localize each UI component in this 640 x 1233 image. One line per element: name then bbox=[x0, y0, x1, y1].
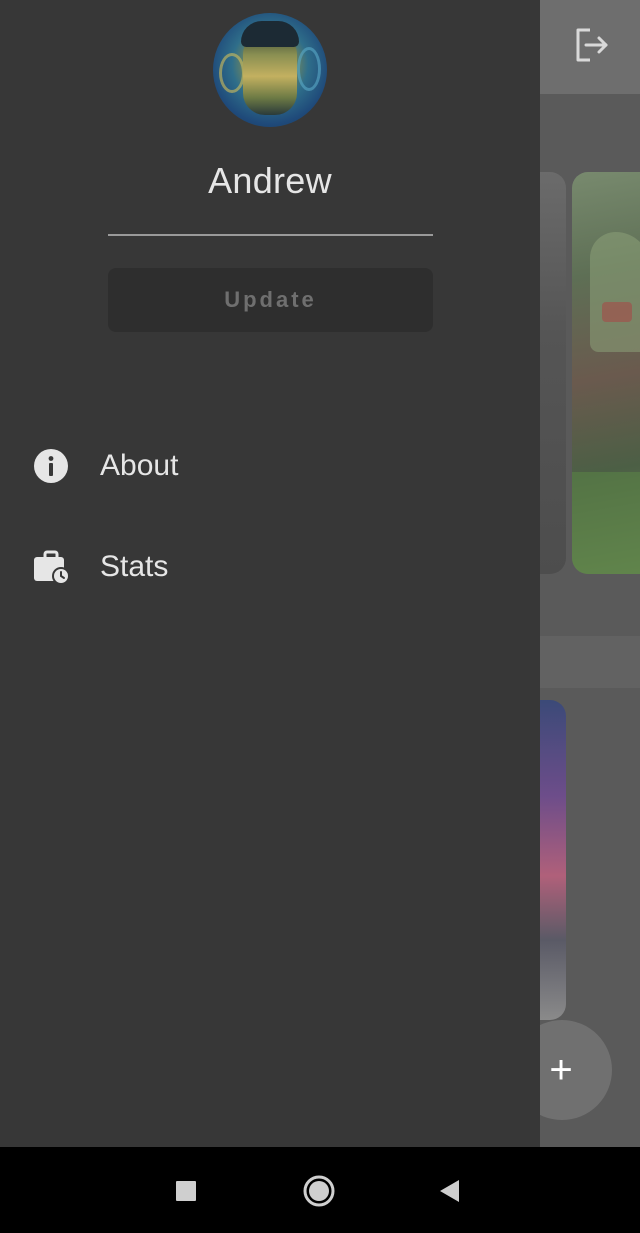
media-card[interactable] bbox=[572, 172, 640, 574]
username-underline bbox=[108, 234, 433, 236]
avatar[interactable] bbox=[213, 13, 327, 127]
drawer-item-about[interactable]: About bbox=[0, 430, 540, 502]
home-button[interactable] bbox=[301, 1173, 337, 1209]
update-button[interactable]: Update bbox=[108, 268, 433, 332]
avatar-art bbox=[297, 47, 321, 91]
info-icon bbox=[34, 449, 68, 483]
poster-art bbox=[602, 302, 632, 322]
square-icon bbox=[176, 1181, 196, 1201]
avatar-art bbox=[219, 53, 245, 93]
add-icon: + bbox=[549, 1048, 573, 1092]
recents-button[interactable] bbox=[168, 1173, 204, 1209]
drawer-item-label: Stats bbox=[100, 550, 169, 583]
logout-icon bbox=[576, 28, 608, 62]
poster-art bbox=[572, 472, 640, 574]
back-button[interactable] bbox=[432, 1173, 468, 1209]
logout-button[interactable] bbox=[570, 24, 612, 66]
circle-icon bbox=[303, 1175, 335, 1207]
system-navigation-bar bbox=[0, 1147, 640, 1233]
username-field[interactable]: Andrew bbox=[0, 160, 540, 202]
drawer-item-stats[interactable]: Stats bbox=[0, 531, 540, 603]
briefcase-clock-icon bbox=[34, 550, 70, 585]
triangle-back-icon bbox=[440, 1180, 459, 1202]
poster-art bbox=[590, 232, 640, 352]
avatar-hair bbox=[241, 21, 299, 47]
drawer-item-label: About bbox=[100, 449, 179, 482]
navigation-drawer: Andrew Update About Stats bbox=[0, 0, 540, 1147]
